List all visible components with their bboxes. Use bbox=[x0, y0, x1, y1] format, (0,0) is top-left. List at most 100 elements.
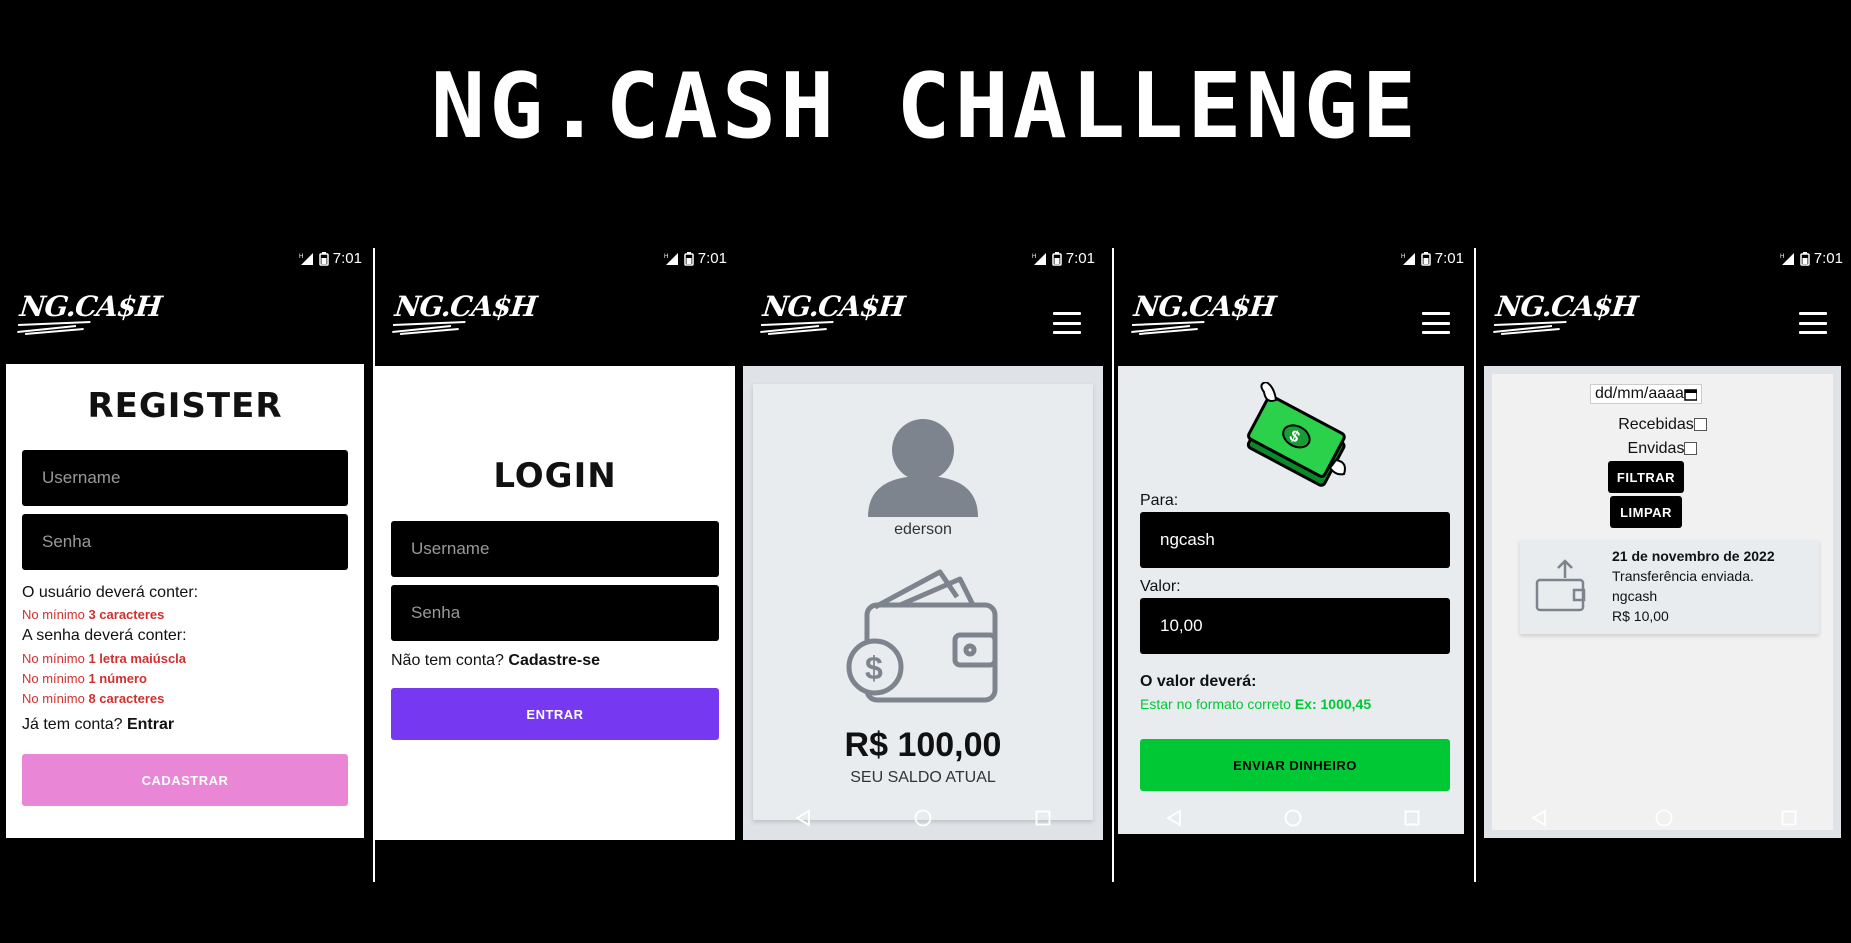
svg-text:H: H bbox=[1032, 254, 1036, 260]
transactions-screen: H 7:01 NG.CA$H dd/mm/aaaa Recebidas Envi… bbox=[1476, 246, 1851, 886]
svg-text:H: H bbox=[1401, 254, 1405, 260]
battery-icon bbox=[1052, 251, 1062, 266]
status-time: 7:01 bbox=[1813, 250, 1843, 267]
balance-amount: R$ 100,00 bbox=[844, 726, 1002, 764]
android-nav-bar bbox=[1476, 794, 1851, 842]
android-nav-bar bbox=[375, 794, 735, 842]
battery-icon bbox=[1800, 251, 1810, 266]
balance-area: ederson $ R$ 100,00 SEU SALDO ATUAL bbox=[743, 366, 1103, 840]
amount-rule: Estar no formato correto Ex: 1000,45 bbox=[1140, 696, 1372, 712]
filter-button[interactable]: FILTRAR bbox=[1608, 461, 1684, 493]
password-rule-item: No mínimo 1 letra maiúscla bbox=[22, 651, 187, 666]
menu-icon[interactable] bbox=[1422, 312, 1450, 334]
amount-rule-heading: O valor deverá: bbox=[1140, 673, 1257, 690]
status-time: 7:01 bbox=[1434, 250, 1464, 267]
sent-checkbox[interactable] bbox=[1684, 442, 1698, 456]
ngcash-logo: NG.CA$H bbox=[392, 290, 538, 335]
battery-icon bbox=[684, 251, 694, 266]
transaction-counterpart: ngcash bbox=[1612, 588, 1658, 604]
signup-link[interactable]: Cadastre-se bbox=[508, 652, 600, 669]
app-header: NG.CA$H bbox=[0, 282, 370, 364]
back-icon[interactable] bbox=[1524, 803, 1554, 833]
android-nav-bar bbox=[0, 794, 370, 842]
app-header: NG.CA$H bbox=[375, 282, 735, 364]
calendar-icon bbox=[1684, 389, 1697, 401]
signal-icon: H bbox=[1780, 252, 1794, 265]
signal-icon: H bbox=[1032, 252, 1046, 265]
home-icon[interactable] bbox=[170, 803, 200, 833]
clear-button[interactable]: LIMPAR bbox=[1610, 496, 1682, 528]
recents-icon[interactable] bbox=[1397, 803, 1427, 833]
recents-icon[interactable] bbox=[660, 803, 690, 833]
login-screen: H 7:01 NG.CA$H LOGIN Username Senha Não … bbox=[375, 246, 735, 886]
status-time: 7:01 bbox=[332, 250, 362, 267]
back-icon[interactable] bbox=[47, 803, 77, 833]
username-label: ederson bbox=[894, 521, 952, 538]
sent-filter: Envidas bbox=[1492, 440, 1833, 458]
svg-text:H: H bbox=[664, 254, 668, 260]
ngcash-logo: NG.CA$H bbox=[760, 290, 906, 335]
recents-icon[interactable] bbox=[293, 803, 323, 833]
flying-money-icon: $ bbox=[1246, 382, 1346, 487]
register-title: REGISTER bbox=[87, 386, 283, 426]
ngcash-logo: NG.CA$H bbox=[1131, 290, 1277, 335]
transaction-item[interactable]: 21 de novembro de 2022 Transferência env… bbox=[1520, 540, 1819, 634]
recents-icon[interactable] bbox=[1028, 803, 1058, 833]
user-rule-item: No mínimo 3 caracteres bbox=[22, 607, 165, 622]
no-account-text: Não tem conta? Cadastre-se bbox=[391, 652, 601, 669]
app-header: NG.CA$H bbox=[1114, 282, 1472, 364]
status-time: 7:01 bbox=[1065, 250, 1095, 267]
ngcash-logo: NG.CA$H bbox=[1493, 290, 1639, 335]
app-header: NG.CA$H bbox=[1476, 282, 1851, 364]
username-input[interactable]: Username bbox=[391, 521, 719, 577]
wallet-icon: $ bbox=[846, 569, 998, 703]
status-time: 7:01 bbox=[697, 250, 727, 267]
password-input[interactable]: Senha bbox=[22, 514, 348, 570]
transaction-amount: R$ 10,00 bbox=[1612, 608, 1669, 624]
balance-screen: H 7:01 NG.CA$H ederson $ R$ 100,00 SEU S… bbox=[743, 246, 1103, 886]
menu-icon[interactable] bbox=[1053, 312, 1081, 334]
status-bar: H 7:01 bbox=[0, 246, 370, 272]
balance-caption: SEU SALDO ATUAL bbox=[850, 769, 996, 786]
balance-card: ederson $ R$ 100,00 SEU SALDO ATUAL bbox=[753, 384, 1093, 820]
back-icon[interactable] bbox=[788, 803, 818, 833]
transactions-area: dd/mm/aaaa Recebidas Envidas FILTRAR LIM… bbox=[1484, 366, 1841, 838]
received-checkbox[interactable] bbox=[1693, 418, 1707, 432]
battery-icon bbox=[1421, 251, 1431, 266]
transactions-card: dd/mm/aaaa Recebidas Envidas FILTRAR LIM… bbox=[1492, 374, 1833, 830]
password-input[interactable]: Senha bbox=[391, 585, 719, 641]
amount-input[interactable]: 10,00 bbox=[1140, 598, 1450, 654]
home-icon[interactable] bbox=[1278, 803, 1308, 833]
android-nav-bar bbox=[743, 794, 1103, 842]
back-icon[interactable] bbox=[1159, 803, 1189, 833]
register-screen: H 7:01 NG.CA$H REGISTER Username Senha O… bbox=[0, 246, 370, 886]
login-button[interactable]: ENTRAR bbox=[391, 688, 719, 740]
battery-icon bbox=[319, 251, 329, 266]
transfer-card: $ Para: ngcash Valor: 10,00 O valor deve… bbox=[1118, 366, 1464, 834]
home-icon[interactable] bbox=[908, 803, 938, 833]
svg-text:H: H bbox=[1780, 254, 1784, 260]
have-account-text: Já tem conta? Entrar bbox=[22, 716, 175, 733]
transaction-date: 21 de novembro de 2022 bbox=[1612, 548, 1775, 564]
signal-icon: H bbox=[664, 252, 678, 265]
username-input[interactable]: Username bbox=[22, 450, 348, 506]
status-bar: H 7:01 bbox=[743, 246, 1103, 272]
menu-icon[interactable] bbox=[1799, 312, 1827, 334]
send-money-button[interactable]: ENVIAR DINHEIRO bbox=[1140, 739, 1450, 791]
back-icon[interactable] bbox=[420, 803, 450, 833]
sent-wallet-icon bbox=[1535, 559, 1586, 612]
user-avatar-icon bbox=[868, 419, 978, 517]
ngcash-logo: NG.CA$H bbox=[17, 290, 163, 335]
recipient-input[interactable]: ngcash bbox=[1140, 512, 1450, 568]
recents-icon[interactable] bbox=[1774, 803, 1804, 833]
page-title: NG.CASH CHALLENGE bbox=[430, 54, 1421, 159]
user-rules-heading: O usuário deverá conter: bbox=[22, 584, 199, 601]
svg-text:H: H bbox=[299, 254, 303, 260]
to-label: Para: bbox=[1140, 492, 1179, 509]
home-icon[interactable] bbox=[540, 803, 570, 833]
app-header: NG.CA$H bbox=[743, 282, 1103, 364]
status-bar: H 7:01 bbox=[1476, 246, 1851, 272]
home-icon[interactable] bbox=[1649, 803, 1679, 833]
login-link[interactable]: Entrar bbox=[127, 716, 174, 733]
date-filter-input[interactable]: dd/mm/aaaa bbox=[1590, 384, 1702, 404]
